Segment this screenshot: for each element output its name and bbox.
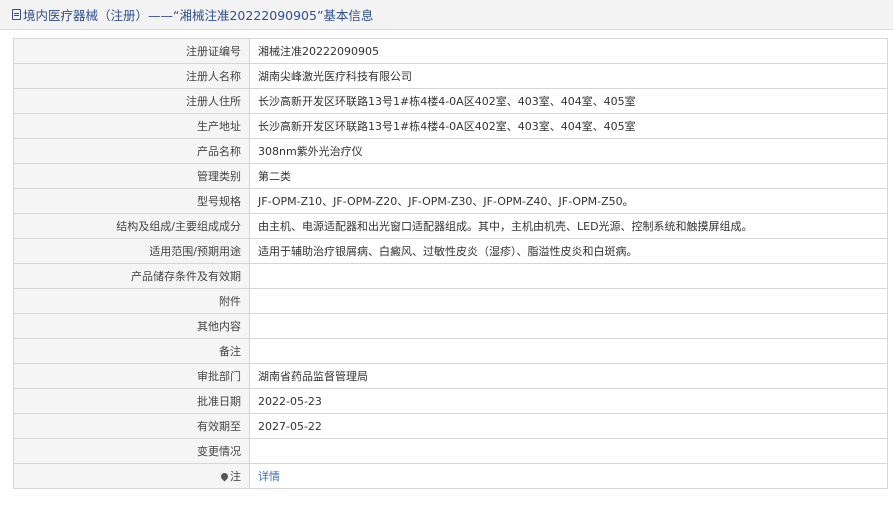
- note-label: 注: [230, 470, 241, 483]
- row-label-registrant-name: 注册人名称: [13, 63, 250, 89]
- table-row: 注 详情: [13, 463, 888, 489]
- row-label-production-address: 生产地址: [13, 113, 250, 139]
- row-label-structure: 结构及组成/主要组成成分: [13, 213, 250, 239]
- table-row: 附件: [13, 288, 888, 314]
- row-label-management-category: 管理类别: [13, 163, 250, 189]
- page-title: 境内医疗器械（注册）——“湘械注准20222090905”基本信息: [23, 8, 374, 23]
- row-label-intended-use: 适用范围/预期用途: [13, 238, 250, 264]
- table-row: 产品储存条件及有效期: [13, 263, 888, 289]
- table-row: 管理类别 第二类: [13, 163, 888, 189]
- row-value-structure: 由主机、电源适配器和出光窗口适配器组成。其中，主机由机壳、LED光源、控制系统和…: [249, 213, 888, 239]
- row-label-registrant-address: 注册人住所: [13, 88, 250, 114]
- table-row: 有效期至 2027-05-22: [13, 413, 888, 439]
- row-label-approval-date: 批准日期: [13, 388, 250, 414]
- row-value-registration-number: 湘械注准20222090905: [249, 38, 888, 64]
- row-label-other: 其他内容: [13, 313, 250, 339]
- row-label-approval-department: 审批部门: [13, 363, 250, 389]
- row-value-approval-department: 湖南省药品监督管理局: [249, 363, 888, 389]
- table-row: 结构及组成/主要组成成分 由主机、电源适配器和出光窗口适配器组成。其中，主机由机…: [13, 213, 888, 239]
- row-label-storage: 产品储存条件及有效期: [13, 263, 250, 289]
- table-row: 适用范围/预期用途 适用于辅助治疗银屑病、白癜风、过敏性皮炎（湿疹）、脂溢性皮炎…: [13, 238, 888, 264]
- row-value-product-name: 308nm紫外光治疗仪: [249, 138, 888, 164]
- row-value-management-category: 第二类: [249, 163, 888, 189]
- table-row: 注册人住所 长沙高新开发区环联路13号1#栋4楼4-0A区402室、403室、4…: [13, 88, 888, 114]
- row-label-remarks: 备注: [13, 338, 250, 364]
- table-row: 其他内容: [13, 313, 888, 339]
- details-link[interactable]: 详情: [258, 470, 280, 483]
- row-label-change-status: 变更情况: [13, 438, 250, 464]
- table-row: 注册人名称 湖南尖峰激光医疗科技有限公司: [13, 63, 888, 89]
- document-icon: [12, 9, 21, 20]
- row-label-registration-number: 注册证编号: [13, 38, 250, 64]
- table-row: 产品名称 308nm紫外光治疗仪: [13, 138, 888, 164]
- row-value-note: 详情: [249, 463, 888, 489]
- row-value-production-address: 长沙高新开发区环联路13号1#栋4楼4-0A区402室、403室、404室、40…: [249, 113, 888, 139]
- table-row: 审批部门 湖南省药品监督管理局: [13, 363, 888, 389]
- row-value-valid-until: 2027-05-22: [249, 413, 888, 439]
- row-value-change-status: [249, 438, 888, 464]
- row-value-attachment: [249, 288, 888, 314]
- row-value-intended-use: 适用于辅助治疗银屑病、白癜风、过敏性皮炎（湿疹）、脂溢性皮炎和白斑病。: [249, 238, 888, 264]
- row-value-other: [249, 313, 888, 339]
- table-row: 型号规格 JF-OPM-Z10、JF-OPM-Z20、JF-OPM-Z30、JF…: [13, 188, 888, 214]
- table-row: 备注: [13, 338, 888, 364]
- row-value-model-spec: JF-OPM-Z10、JF-OPM-Z20、JF-OPM-Z30、JF-OPM-…: [249, 188, 888, 214]
- row-value-registrant-name: 湖南尖峰激光医疗科技有限公司: [249, 63, 888, 89]
- table-row: 批准日期 2022-05-23: [13, 388, 888, 414]
- row-value-remarks: [249, 338, 888, 364]
- row-label-valid-until: 有效期至: [13, 413, 250, 439]
- row-value-approval-date: 2022-05-23: [249, 388, 888, 414]
- page-header: 境内医疗器械（注册）——“湘械注准20222090905”基本信息: [0, 0, 893, 30]
- row-label-attachment: 附件: [13, 288, 250, 314]
- table-row: 变更情况: [13, 438, 888, 464]
- basic-info-table: 注册证编号 湘械注准20222090905 注册人名称 湖南尖峰激光医疗科技有限…: [13, 38, 888, 489]
- pin-icon: [219, 471, 230, 482]
- row-label-product-name: 产品名称: [13, 138, 250, 164]
- row-value-registrant-address: 长沙高新开发区环联路13号1#栋4楼4-0A区402室、403室、404室、40…: [249, 88, 888, 114]
- row-label-model-spec: 型号规格: [13, 188, 250, 214]
- row-value-storage: [249, 263, 888, 289]
- table-row: 注册证编号 湘械注准20222090905: [13, 38, 888, 64]
- row-label-note: 注: [13, 463, 250, 489]
- table-row: 生产地址 长沙高新开发区环联路13号1#栋4楼4-0A区402室、403室、40…: [13, 113, 888, 139]
